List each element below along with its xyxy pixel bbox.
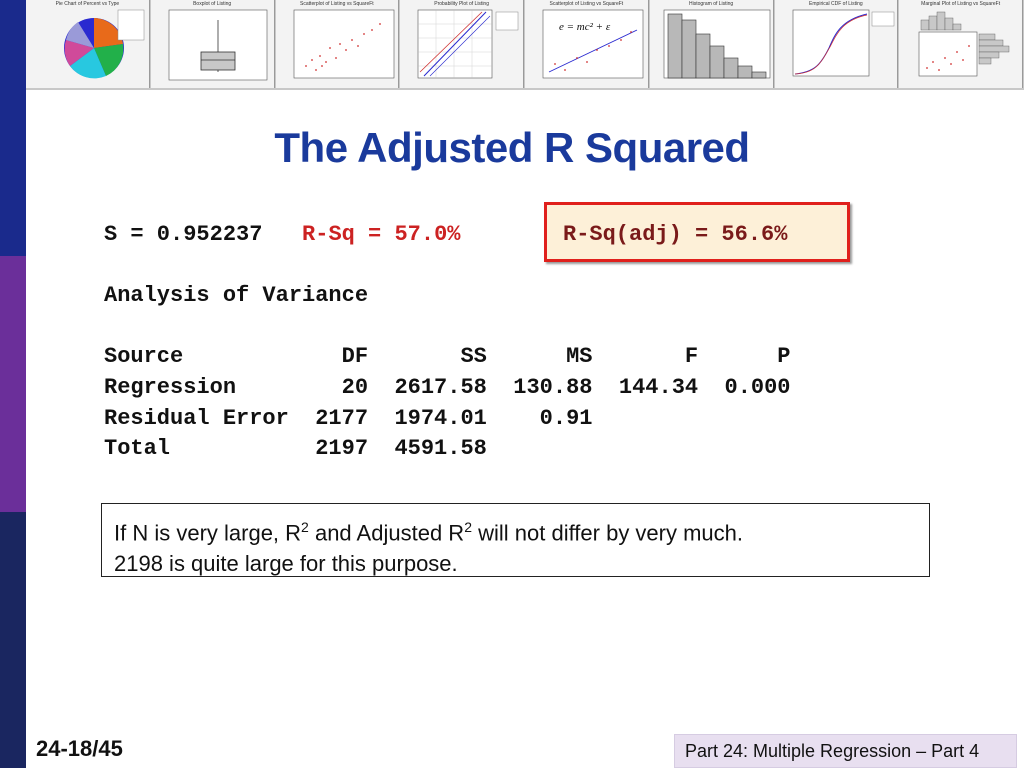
footer-caption-box: Part 24: Multiple Regression – Part 4 bbox=[674, 734, 1017, 768]
note-line-1: If N is very large, R2 and Adjusted R2 w… bbox=[114, 512, 743, 548]
left-accent-bar bbox=[0, 0, 26, 768]
pie-chart-graphic bbox=[64, 9, 145, 79]
histogram-graphic bbox=[663, 9, 771, 79]
anova-row-total: Total 2197 4591.58 bbox=[104, 436, 487, 461]
probability-plot-graphic bbox=[417, 9, 519, 79]
regression-stats-line: S = 0.952237 R-Sq = 57.0% bbox=[104, 222, 460, 247]
slide-title: The Adjusted R Squared bbox=[274, 124, 750, 171]
marginal-plot-graphic bbox=[918, 11, 1010, 77]
note-text: If N is very large, R2 and Adjusted R2 w… bbox=[114, 512, 743, 579]
note-segment: and Adjusted R bbox=[308, 520, 465, 546]
superscript-2: 2 bbox=[301, 519, 309, 535]
thumbnail-boxplot: Boxplot of Listing bbox=[150, 0, 275, 88]
anova-row-regression: Regression 20 2617.58 130.88 144.34 0.00… bbox=[104, 375, 791, 400]
empirical-cdf-graphic bbox=[792, 9, 894, 77]
thumbnail-empirical-cdf: Empirical CDF of Listing bbox=[774, 0, 899, 88]
s-value: S = 0.952237 bbox=[104, 222, 263, 247]
adjusted-r-squared-highlight: R-Sq(adj) = 56.6% bbox=[544, 202, 850, 262]
slide-number: 24-18/45 bbox=[36, 736, 123, 761]
thumbnail-probability-plot: Probability Plot of Listing bbox=[400, 0, 524, 88]
scatterplot-formula-graphic: e = mc² + ε bbox=[542, 9, 644, 79]
chart-thumbnail-strip: Pie Chart of Percent vs Type Boxplot of … bbox=[26, 0, 1024, 90]
thumbnail-pie-chart: Pie Chart of Percent vs Type bbox=[26, 0, 150, 88]
thumbnail-scatterplot: Scatterplot of Listing vs SquareFt bbox=[275, 0, 400, 88]
thumbnail-histogram: Histogram of Listing bbox=[649, 0, 774, 88]
footer-caption: Part 24: Multiple Regression – Part 4 bbox=[685, 741, 980, 761]
note-segment: If N is very large, R bbox=[114, 520, 302, 546]
adjusted-r-squared-value: R-Sq(adj) = 56.6% bbox=[563, 222, 788, 247]
anova-heading: Analysis of Variance bbox=[104, 283, 369, 308]
superscript-2: 2 bbox=[464, 519, 472, 535]
formula-label: e = mc² + ε bbox=[559, 21, 611, 33]
thumbnail-marginal-plot: Marginal Plot of Listing vs SquareFt bbox=[899, 0, 1023, 88]
thumbnail-scatterplot-formula: Scatterplot of Listing vs SquareFt e = m… bbox=[525, 0, 649, 88]
anova-table-header: Source DF SS MS F P bbox=[104, 344, 791, 369]
boxplot-graphic bbox=[168, 9, 268, 81]
accent-bar-purple bbox=[0, 256, 26, 512]
r-squared-value: R-Sq = 57.0% bbox=[302, 222, 461, 247]
note-segment: will not differ by very much. bbox=[471, 520, 744, 546]
accent-bar-navy bbox=[0, 512, 26, 768]
anova-row-residual-error: Residual Error 2177 1974.01 0.91 bbox=[104, 406, 593, 431]
note-line-2: 2198 is quite large for this purpose. bbox=[114, 551, 458, 577]
note-callout-box: If N is very large, R2 and Adjusted R2 w… bbox=[101, 503, 930, 577]
scatterplot-graphic bbox=[293, 9, 394, 79]
